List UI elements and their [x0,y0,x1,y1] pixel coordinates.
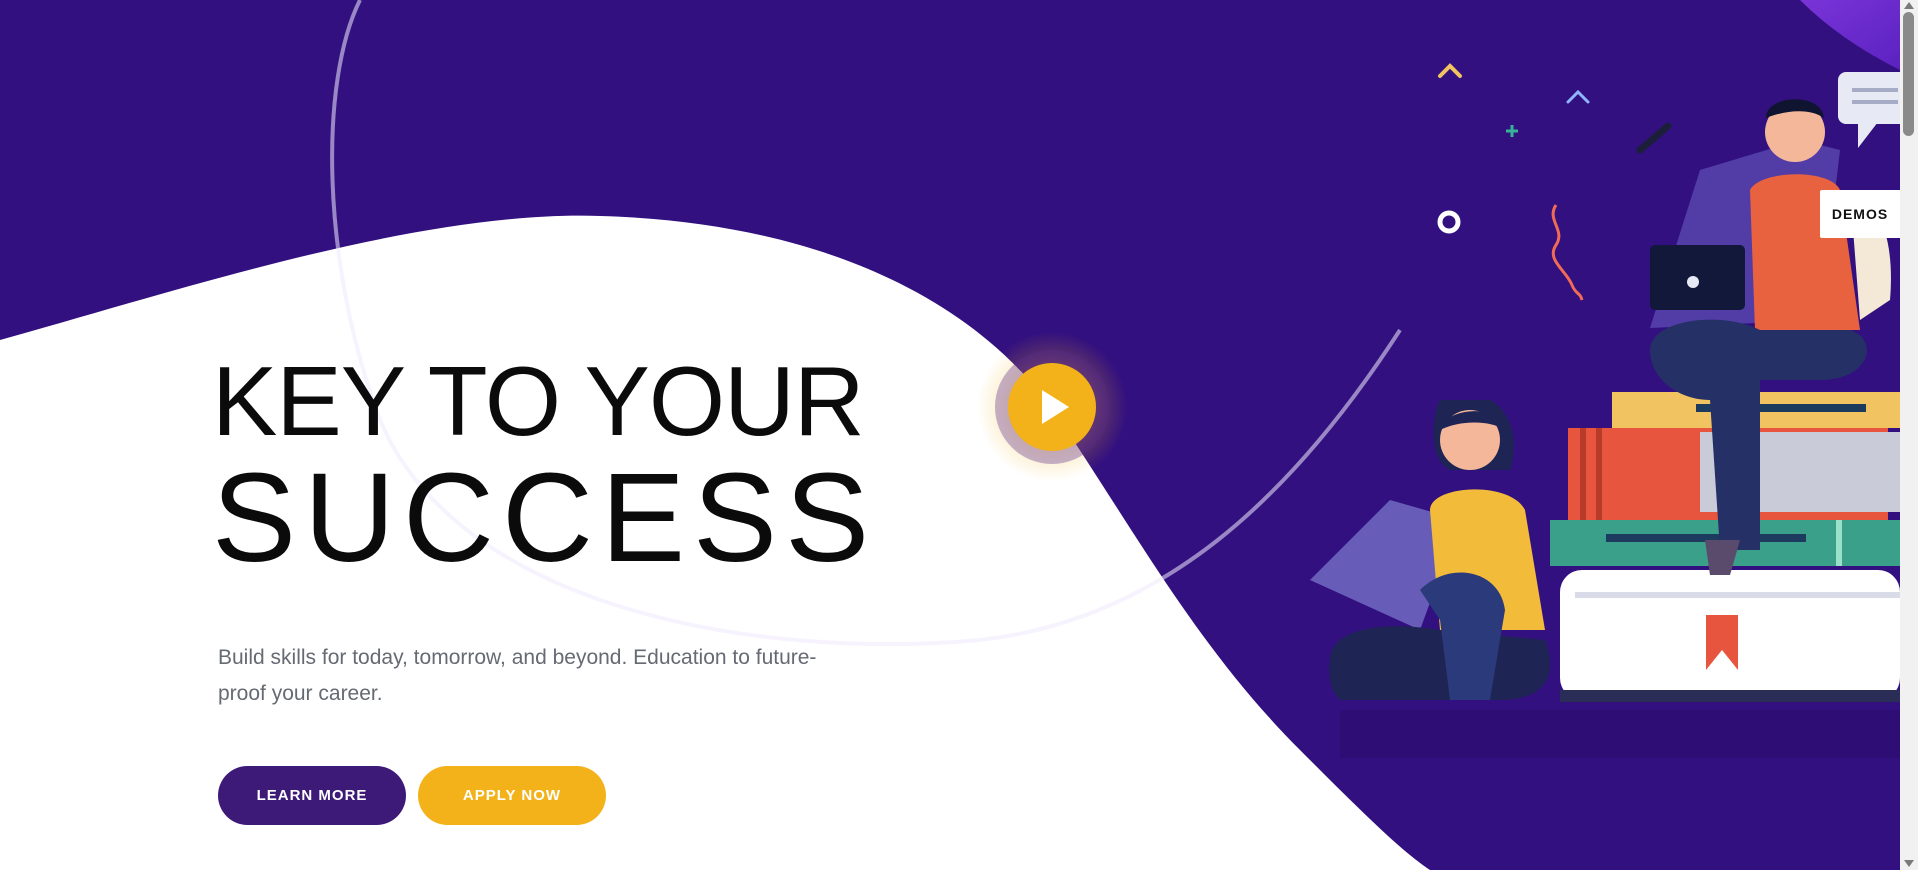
hero-subtitle: Build skills for today, tomorrow, and be… [218,646,817,705]
deco-ring [1437,210,1461,234]
play-video-button[interactable] [977,332,1127,482]
students-illustration [1310,99,1900,758]
deco-plus [1506,125,1518,137]
corner-blob [1800,0,1900,70]
learn-more-button[interactable]: LEARN MORE [218,766,406,825]
speech-bubble-icon [1838,72,1900,148]
deco-caret-1 [1438,63,1462,78]
scroll-thumb[interactable] [1903,12,1914,136]
play-icon [1008,363,1096,451]
hero-section: KEY TO YOUR SUCCESS Build skills for tod… [0,0,1900,870]
vertical-scrollbar[interactable] [1900,0,1918,870]
deco-caret-2 [1566,89,1590,104]
hero-title-line-1: KEY TO YOUR [212,346,865,456]
scroll-down-arrow-icon[interactable] [1904,860,1914,867]
demos-tab[interactable]: DEMOS [1820,190,1900,238]
hero-title-line-2: SUCCESS [212,447,878,588]
scroll-up-arrow-icon[interactable] [1904,2,1914,9]
apply-now-button[interactable]: APPLY NOW [418,766,606,825]
deco-squiggle [1551,204,1584,301]
deco-dash [1636,122,1672,154]
